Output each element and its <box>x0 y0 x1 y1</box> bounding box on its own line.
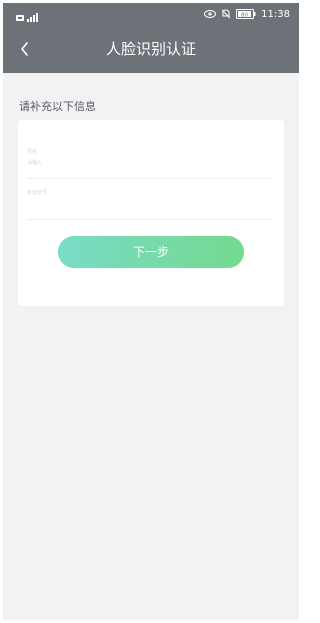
battery-level: 80 <box>241 12 248 18</box>
mute-icon <box>221 9 231 19</box>
id-number-field: 身份证号 <box>27 179 274 220</box>
status-time: 11:38 <box>261 8 290 20</box>
name-input[interactable] <box>27 156 267 170</box>
name-field: 姓名 <box>27 138 274 179</box>
page-title: 人脸识别认证 <box>105 40 196 58</box>
signal-icon <box>16 13 38 22</box>
eye-icon <box>204 10 217 18</box>
status-bar: 80 11:38 <box>3 3 299 25</box>
status-left-icons <box>16 8 46 22</box>
info-form-card: 姓名 身份证号 下一步 <box>18 120 284 306</box>
id-number-input[interactable] <box>27 197 267 211</box>
next-step-button[interactable]: 下一步 <box>58 236 244 268</box>
status-right-icons: 80 11:38 <box>204 7 290 21</box>
phone-screen: 80 11:38 人脸识别认证 请补充以下信息 姓名 身份证号 下一步 <box>3 3 299 620</box>
top-nav-bar: 人脸识别认证 <box>3 25 299 73</box>
section-label: 请补充以下信息 <box>19 100 96 113</box>
id-number-field-label: 身份证号 <box>27 190 48 196</box>
name-field-label: 姓名 <box>27 149 38 155</box>
battery-icon: 80 <box>236 9 256 19</box>
